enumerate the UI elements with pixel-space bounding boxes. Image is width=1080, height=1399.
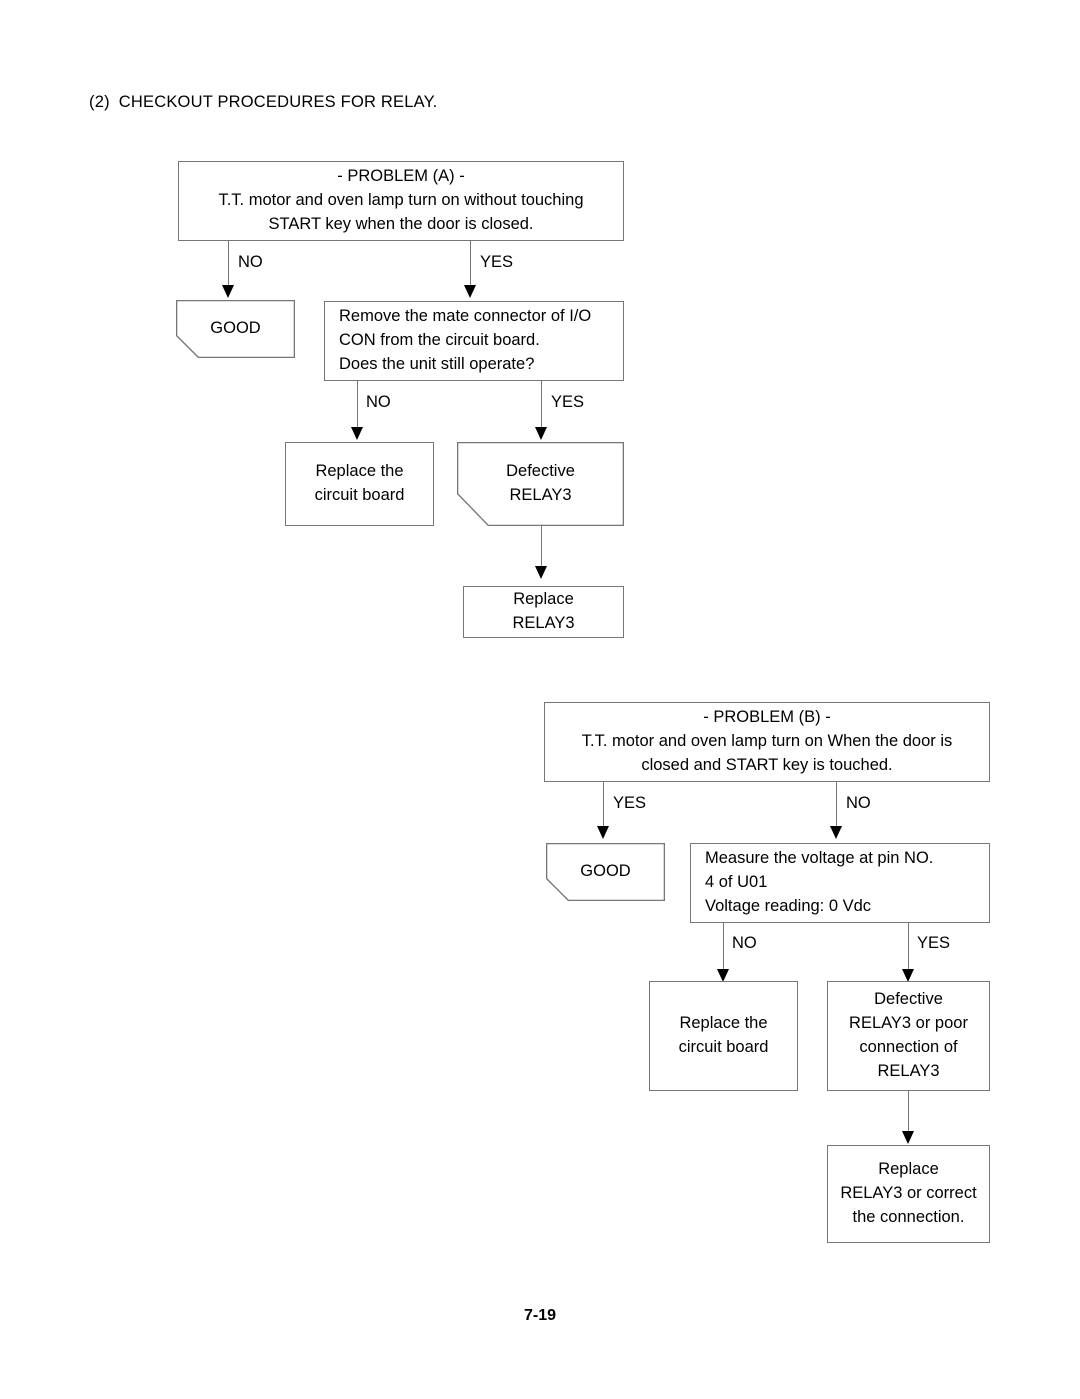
- branch-label-a2-yes: YES: [551, 393, 585, 411]
- branch-label-b-yes: YES: [613, 794, 647, 812]
- document-page: (2) CHECKOUT PROCEDURES FOR RELAY. - PROB…: [0, 0, 1080, 1399]
- measure-line2: 4 of U01: [705, 873, 768, 892]
- good-box-b: GOOD: [546, 843, 665, 901]
- replace-relay-a-line2: RELAY3: [512, 614, 575, 632]
- measure-line1: Measure the voltage at pin NO.: [705, 849, 934, 868]
- connector-b3: [908, 1091, 910, 1133]
- good-box-a: GOOD: [176, 300, 295, 358]
- arrowhead-b3: [902, 1131, 914, 1144]
- arrowhead-a3: [535, 566, 547, 579]
- problem-b-line2: closed and START key is touched.: [641, 755, 893, 774]
- replace-board-box-b: Replace the circuit board: [649, 981, 798, 1091]
- arrowhead-a-yes: [464, 285, 476, 298]
- problem-b-title: - PROBLEM (B) -: [703, 708, 831, 727]
- page-number: 7-19: [523, 1307, 557, 1324]
- problem-a-box: - PROBLEM (A) - T.T. motor and oven lamp…: [178, 161, 624, 241]
- good-label-a: GOOD: [210, 319, 261, 338]
- defective-relay-a-line2: RELAY3: [509, 486, 572, 504]
- defective-relay-b-line1: Defective: [874, 990, 943, 1009]
- defective-relay-b-line4: RELAY3: [877, 1061, 940, 1080]
- replace-board-b-line1: Replace the: [679, 1014, 768, 1033]
- replace-board-a-line2: circuit board: [314, 486, 405, 504]
- arrowhead-b-no: [830, 826, 842, 839]
- replace-relay-b-line3: the connection.: [852, 1207, 965, 1226]
- connector-b-no: [836, 782, 838, 828]
- section-heading: (2) CHECKOUT PROCEDURES FOR RELAY.: [89, 93, 437, 112]
- problem-a-line1: T.T. motor and oven lamp turn on without…: [218, 191, 584, 210]
- arrowhead-b-yes: [597, 826, 609, 839]
- remove-line2: CON from the circuit board.: [339, 331, 540, 350]
- problem-b-box: - PROBLEM (B) - T.T. motor and oven lamp…: [544, 702, 990, 782]
- branch-label-b2-yes: YES: [917, 934, 951, 952]
- branch-label-b2-no: NO: [732, 934, 757, 952]
- arrowhead-a2-yes: [535, 427, 547, 440]
- branch-label-a2-no: NO: [366, 393, 391, 411]
- defective-relay-box-b: Defective RELAY3 or poor connection of R…: [827, 981, 990, 1091]
- replace-board-b-line2: circuit board: [678, 1038, 769, 1056]
- connector-b2-yes: [908, 923, 910, 970]
- replace-board-a-line1: Replace the: [315, 462, 404, 481]
- connector-a2-yes: [541, 381, 543, 428]
- remove-line3: Does the unit still operate?: [339, 354, 535, 373]
- replace-relay-b-line1: Replace: [878, 1160, 939, 1179]
- section-title: CHECKOUT PROCEDURES FOR RELAY.: [118, 93, 438, 111]
- defective-relay-a-line1: Defective: [506, 462, 575, 481]
- replace-relay-a-line1: Replace: [513, 590, 574, 609]
- defective-relay-b-line3: connection of: [859, 1038, 958, 1056]
- arrowhead-a2-no: [351, 427, 363, 440]
- replace-relay-box-a: Replace RELAY3: [463, 586, 624, 638]
- measure-line3: Voltage reading: 0 Vdc: [705, 896, 872, 915]
- measure-voltage-box: Measure the voltage at pin NO. 4 of U01 …: [690, 843, 990, 923]
- replace-board-box-a: Replace the circuit board: [285, 442, 434, 526]
- branch-label-a-no: NO: [238, 253, 263, 271]
- good-label-b: GOOD: [580, 862, 631, 881]
- arrowhead-a-no: [222, 285, 234, 298]
- connector-a3: [541, 526, 543, 568]
- connector-b2-no: [723, 923, 725, 970]
- remove-line1: Remove the mate connector of I/O: [339, 307, 592, 326]
- remove-connector-box: Remove the mate connector of I/O CON fro…: [324, 301, 624, 381]
- defective-relay-b-line2: RELAY3 or poor: [849, 1014, 968, 1033]
- replace-relay-b-line2: RELAY3 or correct: [840, 1184, 977, 1203]
- replace-relay-box-b: Replace RELAY3 or correct the connection…: [827, 1145, 990, 1243]
- problem-b-line1: T.T. motor and oven lamp turn on When th…: [581, 732, 953, 751]
- connector-a-yes: [470, 241, 472, 287]
- section-number: (2): [89, 93, 110, 111]
- connector-b-yes: [603, 782, 605, 828]
- problem-a-title: - PROBLEM (A) -: [337, 167, 465, 186]
- defective-relay-box-a: Defective RELAY3: [457, 442, 624, 526]
- branch-label-a-yes: YES: [480, 253, 514, 271]
- connector-a-no: [228, 241, 230, 287]
- branch-label-b-no: NO: [846, 794, 871, 812]
- connector-a2-no: [357, 381, 359, 428]
- problem-a-line2: START key when the door is closed.: [268, 214, 534, 233]
